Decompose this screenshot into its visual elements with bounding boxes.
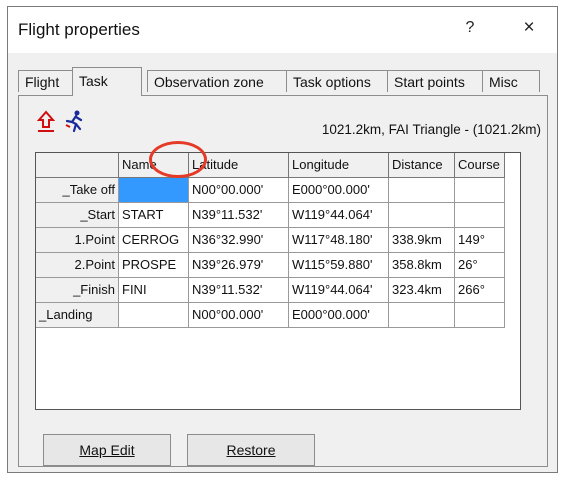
course-cell <box>455 203 505 228</box>
latitude-cell[interactable]: N39°11.532' <box>189 278 289 303</box>
longitude-cell[interactable]: W115°59.880' <box>289 253 389 278</box>
table-row[interactable]: _Start START N39°11.532' W119°44.064' <box>36 203 520 228</box>
distance-cell <box>389 303 455 328</box>
row-label: _Start <box>36 203 119 228</box>
table-row[interactable]: 2.Point PROSPE N39°26.979' W115°59.880' … <box>36 253 520 278</box>
name-cell[interactable]: FINI <box>119 278 189 303</box>
latitude-cell[interactable]: N00°00.000' <box>189 303 289 328</box>
flight-properties-dialog: Flight properties ? × Flight Task Observ… <box>7 6 558 473</box>
name-cell[interactable]: START <box>119 203 189 228</box>
name-cell[interactable] <box>119 303 189 328</box>
task-tab-panel: 1021.2km, FAI Triangle - (1021.2km) Name… <box>18 95 548 467</box>
row-label: 2.Point <box>36 253 119 278</box>
tab-task-options[interactable]: Task options <box>286 70 388 92</box>
title-bar: Flight properties ? × <box>8 7 557 53</box>
tab-observation-zone[interactable]: Observation zone <box>147 70 287 92</box>
row-label: _Take off <box>36 178 119 203</box>
latitude-cell[interactable]: N00°00.000' <box>189 178 289 203</box>
distance-cell <box>389 178 455 203</box>
grid-header-row: Name Latitude Longitude Distance Course <box>36 153 520 178</box>
header-corner <box>36 153 119 178</box>
course-cell: 26° <box>455 253 505 278</box>
course-cell: 266° <box>455 278 505 303</box>
latitude-cell[interactable]: N36°32.990' <box>189 228 289 253</box>
row-label: _Finish <box>36 278 119 303</box>
name-cell[interactable]: CERROG <box>119 228 189 253</box>
header-course[interactable]: Course <box>455 153 505 178</box>
longitude-cell[interactable]: E000°00.000' <box>289 303 389 328</box>
course-cell <box>455 303 505 328</box>
tab-flight[interactable]: Flight <box>18 70 74 92</box>
table-row[interactable]: _Finish FINI N39°11.532' W119°44.064' 32… <box>36 278 520 303</box>
header-name-label: Name <box>122 157 157 172</box>
map-edit-label: Map Edit <box>79 442 135 458</box>
table-row[interactable]: 1.Point CERROG N36°32.990' W117°48.180' … <box>36 228 520 253</box>
header-latitude[interactable]: Latitude <box>189 153 289 178</box>
distance-cell: 323.4km <box>389 278 455 303</box>
task-points-grid: Name Latitude Longitude Distance Course … <box>35 152 521 410</box>
task-summary: 1021.2km, FAI Triangle - (1021.2km) <box>321 122 541 137</box>
row-label: _Landing <box>36 303 119 328</box>
longitude-cell[interactable]: W117°48.180' <box>289 228 389 253</box>
header-name[interactable]: Name <box>119 153 189 178</box>
table-row[interactable]: _Take off N00°00.000' E000°00.000' <box>36 178 520 203</box>
tab-task[interactable]: Task <box>72 67 142 96</box>
course-cell <box>455 178 505 203</box>
header-distance[interactable]: Distance <box>389 153 455 178</box>
restore-label: Restore <box>226 442 276 458</box>
longitude-cell[interactable]: W119°44.064' <box>289 203 389 228</box>
close-button[interactable]: × <box>517 17 541 39</box>
longitude-cell[interactable]: E000°00.000' <box>289 178 389 203</box>
distance-cell: 358.8km <box>389 253 455 278</box>
name-cell[interactable] <box>119 178 189 203</box>
dialog-title: Flight properties <box>18 20 140 39</box>
row-label: 1.Point <box>36 228 119 253</box>
tab-misc[interactable]: Misc <box>482 70 540 92</box>
longitude-cell[interactable]: W119°44.064' <box>289 278 389 303</box>
map-edit-button[interactable]: Map Edit <box>43 434 171 466</box>
help-button[interactable]: ? <box>458 19 482 37</box>
header-longitude[interactable]: Longitude <box>289 153 389 178</box>
runner-icon[interactable] <box>63 109 85 133</box>
name-cell[interactable]: PROSPE <box>119 253 189 278</box>
distance-cell <box>389 203 455 228</box>
distance-cell: 338.9km <box>389 228 455 253</box>
course-cell: 149° <box>455 228 505 253</box>
tab-strip: Flight Task Observation zone Task option… <box>18 67 548 96</box>
takeoff-arrow-icon[interactable] <box>35 110 57 134</box>
latitude-cell[interactable]: N39°11.532' <box>189 203 289 228</box>
table-row[interactable]: _Landing N00°00.000' E000°00.000' <box>36 303 520 328</box>
latitude-cell[interactable]: N39°26.979' <box>189 253 289 278</box>
tab-start-points[interactable]: Start points <box>387 70 483 92</box>
restore-button[interactable]: Restore <box>187 434 315 466</box>
